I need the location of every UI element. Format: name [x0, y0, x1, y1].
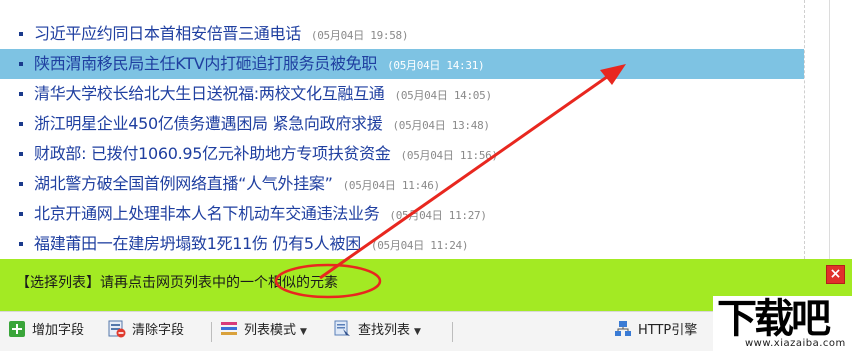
news-title[interactable]: 浙江明星企业450亿债务遭遇困局 紧急向政府求援: [34, 114, 383, 133]
watermark-logo: 下载吧 www.xiazaiba.com: [713, 296, 852, 351]
close-button[interactable]: ×: [826, 265, 845, 284]
bullet-icon: [19, 182, 23, 186]
clear-field-button[interactable]: 清除字段: [108, 317, 184, 345]
news-time: (05月04日 11:56): [400, 149, 499, 162]
news-time: (05月04日 19:58): [310, 29, 409, 42]
news-time: (05月04日 13:48): [392, 119, 490, 132]
add-field-label: 增加字段: [32, 323, 85, 338]
news-title[interactable]: 陕西渭南移民局主任KTV内打砸追打服务员被免职: [34, 54, 377, 73]
logo-mark: 下载吧: [717, 296, 831, 342]
list-item[interactable]: 北京开通网上处理非本人名下机动车交通违法业务 (05月04日 11:27): [0, 199, 804, 229]
news-time: (05月04日 11:27): [389, 209, 487, 222]
list-item-selected[interactable]: 陕西渭南移民局主任KTV内打砸追打服务员被免职 (05月04日 14:31): [0, 49, 804, 79]
toolbar-divider: [211, 322, 212, 342]
scroll-track[interactable]: [829, 0, 830, 259]
clear-field-label: 清除字段: [132, 323, 185, 338]
list-item[interactable]: 习近平应约同日本首相安倍晋三通电话 (05月04日 19:58): [0, 19, 804, 49]
news-time: (05月04日 14:31): [387, 59, 485, 72]
news-time: (05月04日 14:05): [394, 89, 493, 102]
chevron-down-icon: ▼: [414, 327, 421, 337]
find-list-icon: [334, 320, 350, 336]
network-icon: [615, 320, 631, 336]
bullet-icon: [19, 122, 23, 126]
bullet-icon: [19, 62, 23, 66]
bullet-icon: [19, 152, 23, 156]
list-mode-label: 列表模式: [244, 323, 297, 338]
toolbar-divider: [452, 322, 453, 342]
bullet-icon: [19, 212, 23, 216]
scrollbar[interactable]: [804, 0, 852, 259]
news-title[interactable]: 习近平应约同日本首相安倍晋三通电话: [34, 24, 301, 43]
http-engine-dropdown[interactable]: HTTP引擎: [614, 317, 697, 345]
plus-icon: [9, 320, 25, 337]
bullet-icon: [19, 92, 23, 96]
close-icon: ×: [829, 266, 842, 282]
list-item[interactable]: 财政部: 已拨付1060.95亿元补助地方专项扶贫资金 (05月04日 11:56…: [0, 139, 804, 169]
clear-field-icon: [108, 320, 126, 337]
bullet-icon: [19, 32, 23, 36]
logo-url: www.xiazaiba.com: [745, 338, 846, 349]
list-item[interactable]: 湖北警方破全国首例网络直播“人气外挂案” (05月04日 11:46): [0, 169, 804, 199]
news-list: 习近平应约同日本首相安倍晋三通电话 (05月04日 19:58) 陕西渭南移民局主…: [0, 19, 804, 259]
news-title[interactable]: 福建莆田一在建房坍塌致1死11伤 仍有5人被困: [34, 234, 361, 253]
list-item[interactable]: 浙江明星企业450亿债务遭遇困局 紧急向政府求援 (05月04日 13:48): [0, 109, 804, 139]
hint-text: 【选择列表】请再点击网页列表中的一个相似的元素: [16, 275, 338, 291]
news-time: (05月04日 11:46): [342, 179, 441, 192]
list-mode-icon: [221, 321, 237, 335]
chevron-down-icon: ▼: [300, 327, 307, 337]
list-mode-dropdown[interactable]: 列表模式 ▼: [220, 317, 307, 345]
news-time: (05月04日 11:24): [370, 239, 469, 252]
list-item[interactable]: 清华大学校长给北大生日送祝福:两校文化互融互通 (05月04日 14:05): [0, 79, 804, 109]
find-list-label: 查找列表: [358, 323, 411, 338]
bullet-icon: [19, 242, 23, 246]
news-title[interactable]: 湖北警方破全国首例网络直播“人气外挂案”: [34, 174, 333, 193]
find-list-dropdown[interactable]: 查找列表 ▼: [334, 317, 421, 345]
news-title[interactable]: 财政部: 已拨付1060.95亿元补助地方专项扶贫资金: [34, 144, 391, 163]
news-title[interactable]: 北京开通网上处理非本人名下机动车交通违法业务: [34, 204, 380, 223]
news-list-area: 习近平应约同日本首相安倍晋三通电话 (05月04日 19:58) 陕西渭南移民局主…: [0, 0, 804, 259]
news-title[interactable]: 清华大学校长给北大生日送祝福:两校文化互融互通: [34, 84, 385, 103]
http-engine-label: HTTP引擎: [638, 323, 698, 338]
list-item[interactable]: 福建莆田一在建房坍塌致1死11伤 仍有5人被困 (05月04日 11:24): [0, 229, 804, 259]
add-field-button[interactable]: 增加字段: [8, 317, 84, 345]
